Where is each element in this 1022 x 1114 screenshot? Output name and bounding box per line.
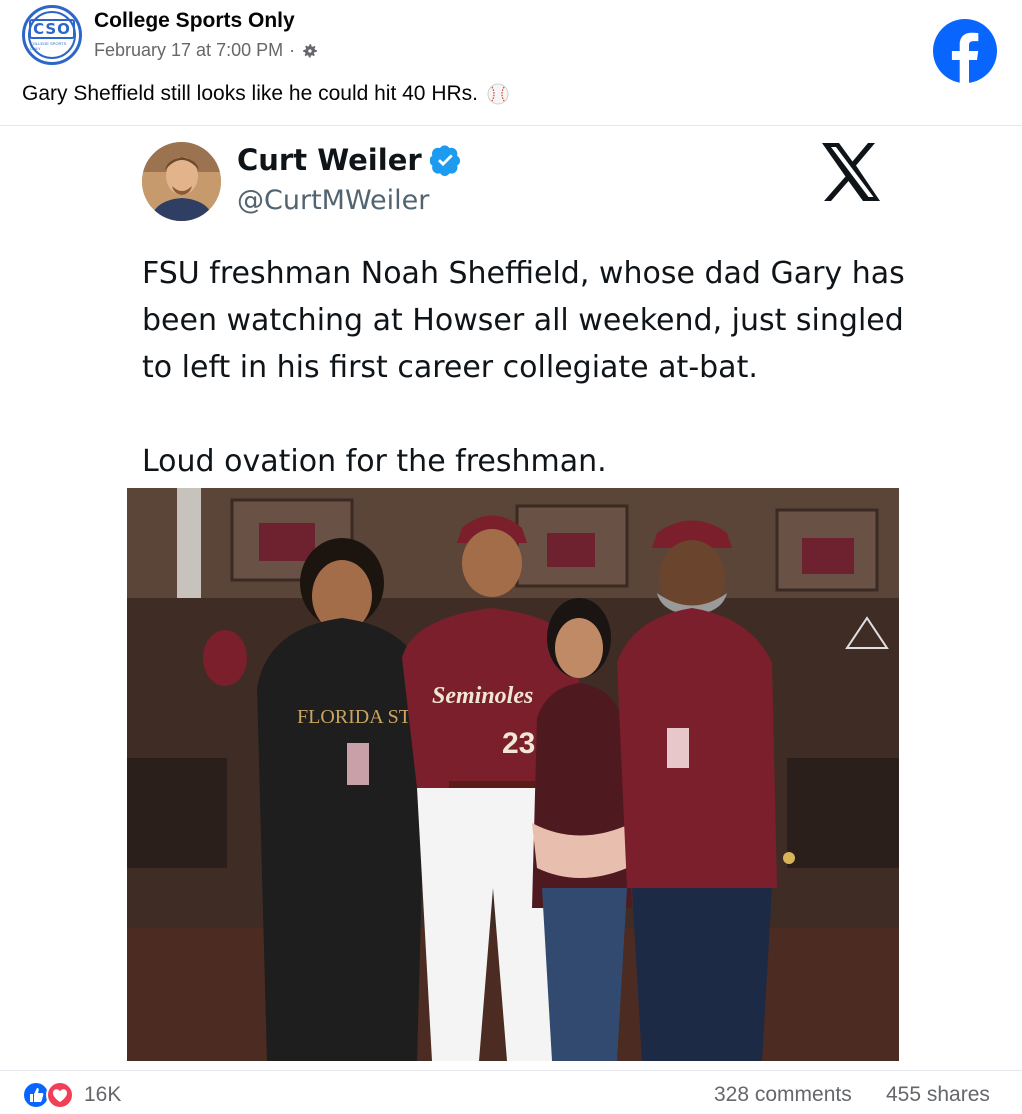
page-avatar-badge: CSO COLLEGE SPORTS ONLY	[28, 11, 76, 59]
reaction-count[interactable]: 16K	[84, 1083, 121, 1107]
gear-icon[interactable]	[301, 42, 319, 60]
tweet-body: FSU freshman Noah Sheffield, whose dad G…	[142, 250, 922, 485]
like-reaction-icon	[22, 1081, 50, 1109]
facebook-logo-icon	[933, 19, 997, 84]
page-name-link[interactable]: College Sports Only	[94, 9, 295, 33]
post-meta: February 17 at 7:00 PM ·	[94, 40, 319, 61]
author-photo	[142, 142, 221, 221]
verified-badge-icon	[429, 145, 460, 176]
baseball-icon	[487, 83, 509, 105]
tweet-paragraph-1: FSU freshman Noah Sheffield, whose dad G…	[142, 256, 905, 385]
page-avatar[interactable]: CSO COLLEGE SPORTS ONLY	[22, 5, 82, 65]
shares-count[interactable]: 455 shares	[886, 1083, 990, 1107]
author-name-text: Curt Weiler	[237, 143, 422, 177]
reaction-icons[interactable]	[22, 1081, 78, 1109]
meta-separator: ·	[289, 40, 296, 60]
post-caption: Gary Sheffield still looks like he could…	[22, 82, 510, 106]
jersey-text: Seminoles	[432, 683, 533, 709]
embedded-tweet[interactable]: Curt Weiler @CurtMWeiler FSU freshman No…	[0, 127, 1022, 1065]
caption-text: Gary Sheffield still looks like he could…	[22, 82, 478, 105]
tweet-author-avatar	[142, 142, 221, 221]
post-header: CSO COLLEGE SPORTS ONLY College Sports O…	[0, 0, 1022, 126]
tweet-paragraph-2: Loud ovation for the freshman.	[142, 444, 607, 479]
tweet-photo[interactable]: FLORIDA STATE Seminoles 23	[127, 488, 899, 1061]
avatar-logo-text: CSO	[29, 19, 75, 39]
jersey-number: 23	[502, 727, 535, 760]
post-timestamp[interactable]: February 17 at 7:00 PM	[94, 40, 283, 61]
family-photo-illustration: FLORIDA STATE Seminoles 23	[127, 488, 899, 1061]
tweet-author-name: Curt Weiler	[237, 143, 462, 177]
engagement-bar: 16K 328 comments 455 shares	[0, 1070, 1022, 1114]
avatar-logo-subtext: COLLEGE SPORTS ONLY	[30, 41, 67, 51]
love-reaction-icon	[46, 1081, 74, 1109]
tweet-author-handle: @CurtMWeiler	[237, 185, 430, 216]
comments-count[interactable]: 328 comments	[714, 1083, 852, 1107]
x-logo-icon	[822, 143, 880, 201]
